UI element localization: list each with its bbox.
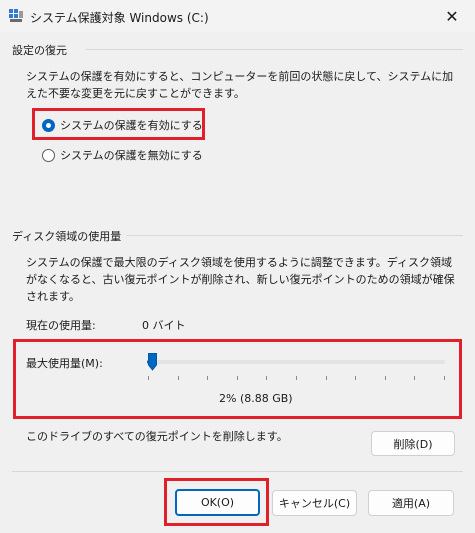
radio-selected-icon[interactable] xyxy=(42,118,55,132)
system-protection-icon xyxy=(9,9,23,22)
close-icon: ✕ xyxy=(445,6,459,26)
slider-tick xyxy=(384,376,386,380)
disable-protection-option[interactable]: システムの保護を無効にする xyxy=(42,147,203,163)
enable-protection-label: システムの保護を有効にする xyxy=(60,119,203,132)
slider-tick xyxy=(148,376,149,380)
slider-tick xyxy=(414,376,416,380)
restore-settings-description: システムの保護を有効にすると、コンピューターを前回の状態に戻して、システムに加え… xyxy=(26,70,454,100)
slider-tick xyxy=(177,376,179,380)
restore-settings-heading: 設定の復元 xyxy=(12,44,67,57)
disk-usage-heading: ディスク領域の使用量 xyxy=(12,230,122,243)
enable-protection-option[interactable]: システムの保護を有効にする xyxy=(42,117,203,133)
current-usage-label: 現在の使用量: xyxy=(26,319,96,332)
slider-tick xyxy=(355,376,357,380)
slider-tick xyxy=(266,376,268,380)
disk-usage-description: システムの保護で最大限のディスク領域を使用するように調整できます。ディスク領域が… xyxy=(26,256,455,303)
footer-divider xyxy=(12,471,463,472)
slider-tick xyxy=(207,376,209,380)
ok-button[interactable]: OK(O) xyxy=(175,489,260,516)
section-divider xyxy=(126,235,463,236)
slider-tick xyxy=(325,376,327,380)
delete-points-text: このドライブのすべての復元ポイントを削除します。 xyxy=(26,430,288,443)
slider-tick xyxy=(296,376,297,380)
max-usage-value: 2% (8.88 GB) xyxy=(219,392,293,405)
close-button[interactable]: ✕ xyxy=(429,0,475,32)
slider-tick xyxy=(444,376,445,380)
disable-protection-label: システムの保護を無効にする xyxy=(60,149,203,162)
cancel-button[interactable]: キャンセル(C) xyxy=(272,490,357,516)
delete-button[interactable]: 削除(D) xyxy=(371,431,455,456)
apply-button[interactable]: 適用(A) xyxy=(368,490,454,516)
max-usage-slider-track[interactable] xyxy=(147,360,445,364)
title-bar: システム保護対象 Windows (C:) ✕ xyxy=(0,0,475,32)
window-title: システム保護対象 Windows (C:) xyxy=(30,11,209,25)
radio-unselected-icon[interactable] xyxy=(42,148,55,162)
slider-tick xyxy=(236,376,238,380)
max-usage-label: 最大使用量(M): xyxy=(26,357,103,370)
current-usage-value: 0 バイト xyxy=(142,319,186,332)
max-usage-slider-thumb[interactable] xyxy=(148,353,158,371)
section-divider xyxy=(86,49,463,50)
